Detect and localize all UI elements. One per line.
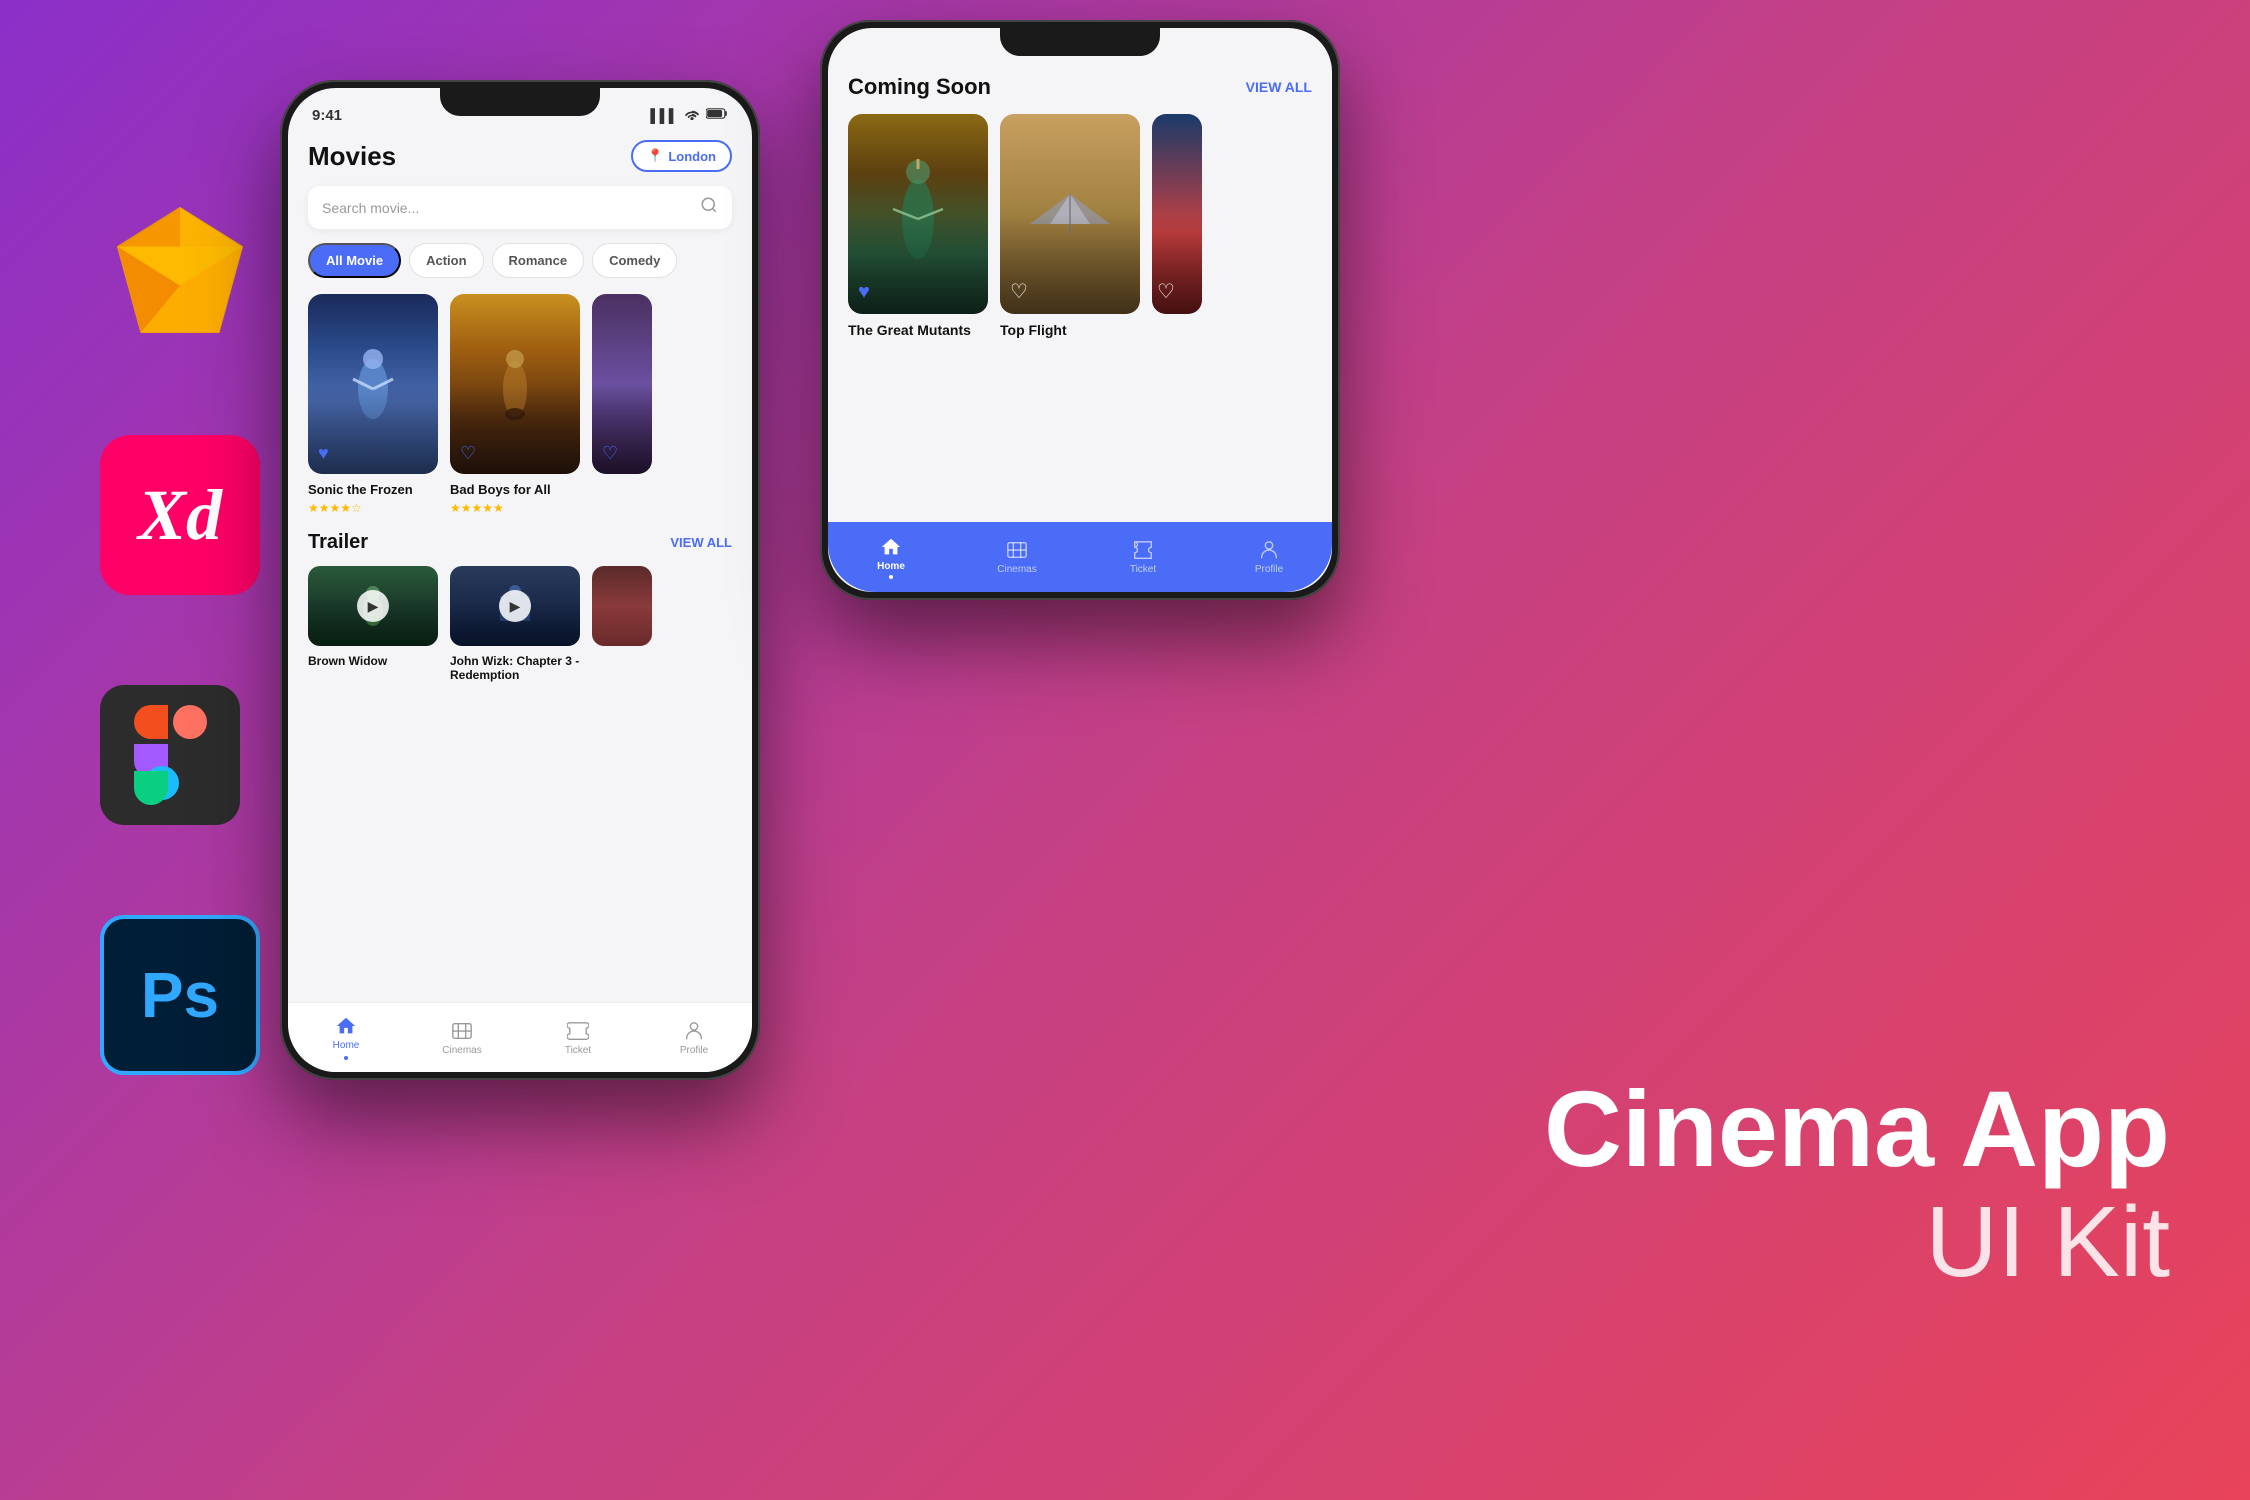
filter-romance[interactable]: Romance xyxy=(492,243,585,278)
movie-card-sonic[interactable]: ♥ Sonic the Frozen ★★★★☆ xyxy=(308,294,438,515)
app-content-left: Movies 📍 London Search movie... All Movi… xyxy=(288,132,752,1002)
trailer-card-ave[interactable]: ▶ xyxy=(592,566,652,682)
card-title-flight: Top Flight xyxy=(1000,322,1140,338)
wifi-icon xyxy=(684,107,700,123)
figma-icon xyxy=(100,685,240,825)
cinema-app-branding: Cinema App UI Kit xyxy=(1544,1072,2170,1300)
search-bar[interactable]: Search movie... xyxy=(308,186,732,229)
nav-profile-right[interactable]: Profile xyxy=(1206,522,1332,592)
location-icon: 📍 xyxy=(647,148,663,164)
play-button-trailer1[interactable]: ▶ xyxy=(357,590,389,622)
adobe-xd-icon: Xd xyxy=(100,435,260,595)
movie-title-sonic: Sonic the Frozen xyxy=(308,482,438,497)
heart-icon-mutants[interactable]: ♥ xyxy=(858,281,870,304)
phone-notch-right xyxy=(1000,28,1160,56)
card-title-mutants: The Great Mutants xyxy=(848,322,988,338)
nav-ticket-right[interactable]: Ticket xyxy=(1080,522,1206,592)
bottom-nav-right: Home Cinemas Ticket Profile xyxy=(828,522,1332,592)
play-button-trailer2[interactable]: ▶ xyxy=(499,590,531,622)
movie-title-badboys: Bad Boys for All xyxy=(450,482,580,497)
bottom-nav-left: Home Cinemas Ticket Profile xyxy=(288,1002,752,1072)
nav-home-right[interactable]: Home xyxy=(828,522,954,592)
nav-cinemas-right[interactable]: Cinemas xyxy=(954,522,1080,592)
card-top-flight[interactable]: ♡ Top Flight xyxy=(1000,114,1140,338)
nav-home[interactable]: Home xyxy=(288,1003,404,1072)
signal-icon: ▌▌▌ xyxy=(650,108,678,123)
rating-sonic: ★★★★☆ xyxy=(308,501,438,515)
phone-right: Coming Soon VIEW ALL xyxy=(820,20,1340,600)
coming-soon-header: Coming Soon VIEW ALL xyxy=(848,64,1312,100)
heart-icon-badboys[interactable]: ♡ xyxy=(460,443,476,464)
photoshop-icon: Ps xyxy=(100,915,260,1075)
search-placeholder: Search movie... xyxy=(322,200,690,216)
battery-icon xyxy=(706,107,728,123)
ui-kit-subtitle: UI Kit xyxy=(1544,1185,2170,1300)
heart-icon-third[interactable]: ♡ xyxy=(602,443,618,464)
card-great-mutants[interactable]: ♥ The Great Mutants xyxy=(848,114,988,338)
coming-soon-title: Coming Soon xyxy=(848,74,991,100)
trailer-title-john-wizk: John Wizk: Chapter 3 - Redemption xyxy=(450,654,580,682)
phone-left: 9:41 ▌▌▌ Movies 📍 xyxy=(280,80,760,1080)
coming-soon-view-all[interactable]: VIEW ALL xyxy=(1246,79,1312,95)
heart-icon-sonic[interactable]: ♥ xyxy=(318,443,329,464)
trailer-cards-row: ▶ Brown Widow xyxy=(308,566,732,682)
movie-cards-row: ♥ Sonic the Frozen ★★★★☆ xyxy=(308,294,732,515)
card-third-coming[interactable]: ♡ xyxy=(1152,114,1202,338)
movies-header: Movies 📍 London xyxy=(308,132,732,172)
filter-comedy[interactable]: Comedy xyxy=(592,243,677,278)
nav-ticket[interactable]: Ticket xyxy=(520,1003,636,1072)
category-filters: All Movie Action Romance Comedy xyxy=(308,243,732,278)
trailer-title: Trailer xyxy=(308,531,368,554)
trailer-view-all[interactable]: VIEW ALL xyxy=(670,535,732,550)
trailer-card-john-wizk[interactable]: ▶ John Wizk: Chapter 3 - Redemption xyxy=(450,566,580,682)
trailer-section-header: Trailer VIEW ALL xyxy=(308,531,732,554)
movie-card-third[interactable]: ♡ xyxy=(592,294,652,515)
location-button[interactable]: 📍 London xyxy=(631,140,732,172)
trailer-card-brown-widow[interactable]: ▶ Brown Widow xyxy=(308,566,438,682)
tools-panel: Xd Ps xyxy=(100,200,260,1075)
filter-all-movie[interactable]: All Movie xyxy=(308,243,401,278)
cinema-app-title: Cinema App xyxy=(1544,1072,2170,1185)
phone-notch xyxy=(440,88,600,116)
search-icon xyxy=(700,196,718,219)
app-content-right: Coming Soon VIEW ALL xyxy=(828,64,1332,522)
filter-action[interactable]: Action xyxy=(409,243,483,278)
heart-icon-third-right[interactable]: ♡ xyxy=(1157,279,1175,304)
movies-title: Movies xyxy=(308,141,396,172)
heart-icon-flight[interactable]: ♡ xyxy=(1010,279,1028,304)
nav-profile[interactable]: Profile xyxy=(636,1003,752,1072)
coming-soon-cards: ♥ The Great Mutants xyxy=(848,114,1312,338)
movie-card-badboys[interactable]: ♡ Bad Boys for All ★★★★★ xyxy=(450,294,580,515)
trailer-title-brown-widow: Brown Widow xyxy=(308,654,438,668)
sketch-icon xyxy=(100,200,260,345)
nav-cinemas[interactable]: Cinemas xyxy=(404,1003,520,1072)
rating-badboys: ★★★★★ xyxy=(450,501,580,515)
